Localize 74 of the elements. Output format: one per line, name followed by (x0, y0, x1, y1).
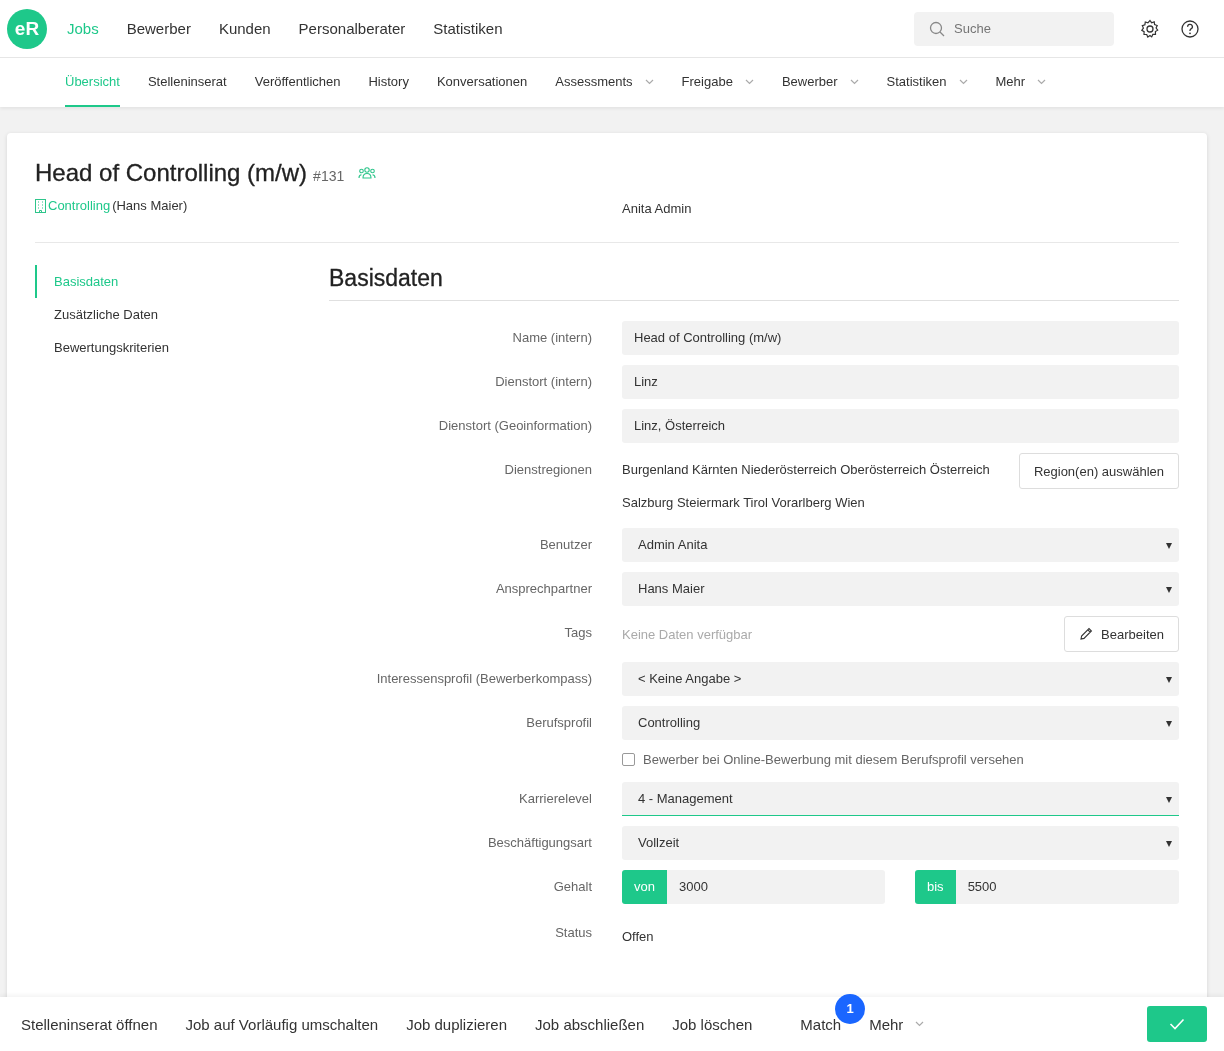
nav-item[interactable]: Statistiken (433, 20, 503, 37)
dropdown-arrow-icon (1166, 797, 1172, 803)
field-label: Ansprechpartner (495, 581, 592, 596)
select-field[interactable]: < Keine Angabe > (622, 662, 1179, 696)
region-list: Burgenland Kärnten Niederösterreich Oberösterreich Österreich (622, 462, 990, 477)
job-title: Head of Controlling (m/w) (35, 159, 308, 187)
dropdown-arrow-icon (1166, 677, 1172, 683)
field-label: Gehalt (553, 879, 592, 894)
side-menu-item[interactable]: Zusätzliche Daten (35, 298, 329, 331)
field-label: Interessensprofil (Bewerberkompass) (376, 671, 592, 686)
field-label: Dienstort (Geoinformation) (438, 418, 592, 433)
dropdown-arrow-icon (1166, 841, 1172, 847)
tab[interactable]: Konversationen (436, 58, 528, 107)
field-label: Tags (564, 625, 592, 640)
checkbox[interactable] (622, 752, 635, 766)
select-field[interactable]: Controlling (622, 706, 1179, 740)
dropdown-arrow-icon (1166, 721, 1172, 727)
settings-icon[interactable] (1140, 18, 1160, 39)
dropdown-arrow-icon (1166, 543, 1172, 549)
empty-tags-text: Keine Daten verfügbar (622, 626, 753, 642)
text-field[interactable]: Linz, Österreich (622, 409, 1179, 443)
field-label: Dienstort (intern) (495, 374, 592, 389)
text-field[interactable]: Linz (622, 365, 1179, 399)
people-icon (358, 166, 377, 180)
action-link[interactable]: Mehr (869, 1015, 925, 1033)
tab[interactable]: Statistiken (886, 58, 968, 107)
field-label: Status (555, 925, 592, 940)
tab[interactable]: Freigabe (681, 58, 754, 107)
dropdown-arrow-icon (1166, 587, 1172, 593)
action-link[interactable]: Job abschließen (535, 1015, 645, 1033)
nav-item[interactable]: Personalberater (298, 20, 406, 37)
search-icon (929, 20, 945, 37)
check-icon (1169, 1018, 1185, 1030)
field-label: Beschäftigungsart (487, 835, 592, 850)
tab[interactable]: Mehr (995, 58, 1047, 107)
tab[interactable]: History (368, 58, 409, 107)
region-list: Salzburg Steiermark Tirol Vorarlberg Wien (622, 495, 990, 510)
search-field[interactable]: Suche (914, 11, 1114, 46)
owner-name: Anita Admin (622, 201, 692, 216)
edit-button[interactable]: Bearbeiten (1064, 616, 1179, 652)
status-value: Offen (622, 928, 655, 946)
help-icon[interactable] (1180, 18, 1200, 39)
field-label: Berufsprofil (526, 715, 592, 730)
to-label: bis (915, 870, 956, 904)
job-number: #131 (313, 168, 345, 184)
tab[interactable]: Stelleninserat (147, 58, 227, 107)
select-regions-button[interactable]: Region(en) auswählen (1018, 453, 1179, 489)
field-label: Name (intern) (512, 330, 592, 345)
field-label: Dienstregionen (504, 462, 592, 477)
side-menu-item[interactable]: Bewertungskriterien (35, 331, 329, 364)
field-label: Karrierelevel (519, 791, 592, 806)
select-field[interactable]: Admin Anita (622, 528, 1179, 562)
salary-to-field[interactable]: 5500 (955, 870, 1179, 904)
action-link[interactable]: Job duplizieren (406, 1015, 508, 1033)
salary-from-field[interactable]: 3000 (666, 870, 885, 904)
building-icon (35, 198, 46, 213)
pencil-icon (1079, 627, 1094, 641)
select-field[interactable]: Hans Maier (622, 572, 1179, 606)
field-label: Benutzer (539, 537, 592, 552)
nav-item[interactable]: Bewerber (126, 20, 191, 37)
select-field[interactable]: Vollzeit (622, 826, 1179, 860)
from-label: von (622, 870, 667, 904)
contact-name: (Hans Maier) (112, 198, 188, 213)
tab[interactable]: Assessments (555, 58, 654, 107)
text-field[interactable]: Head of Controlling (m/w) (622, 321, 1179, 355)
action-link[interactable]: Job löschen (672, 1015, 753, 1033)
tab[interactable]: Bewerber (781, 58, 859, 107)
action-link[interactable]: Stelleninserat öffnen (21, 1015, 158, 1033)
nav-item[interactable]: Kunden (218, 20, 271, 37)
checkbox-label: Bewerber bei Online-Bewerbung mit diesem Berufsprofil versehen (643, 751, 1024, 767)
select-field[interactable]: 4 - Management (622, 782, 1179, 816)
section-title: Basisdaten (329, 265, 1179, 301)
tab[interactable]: Veröffentlichen (254, 58, 341, 107)
action-link[interactable]: Job auf Vorläufig umschalten (185, 1015, 379, 1033)
